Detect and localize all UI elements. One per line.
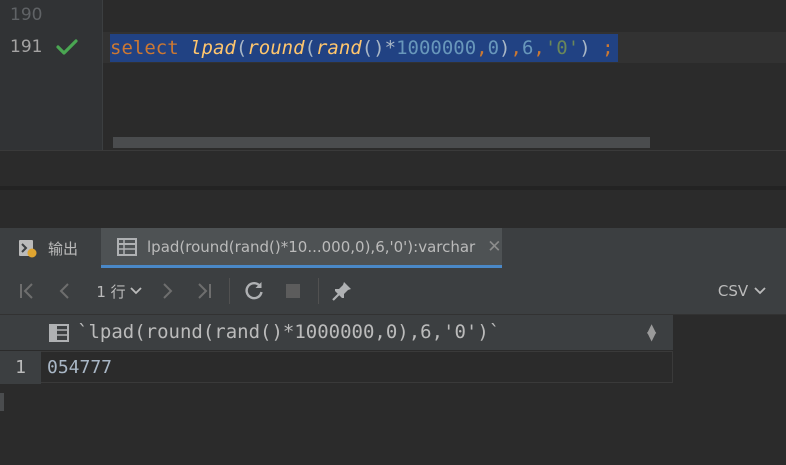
editor-gutter: 190 191 [0, 0, 102, 150]
code-token: 6 [521, 37, 534, 59]
table-icon [117, 237, 137, 256]
code-token: select [110, 37, 179, 59]
column-header-label: `lpad(round(rand()*1000000,0),6,'0')` [77, 321, 501, 343]
next-page-button[interactable] [154, 278, 180, 304]
line-number: 191 [10, 37, 43, 57]
refresh-icon [245, 281, 263, 300]
last-page-button[interactable] [191, 278, 217, 304]
chevron-down-icon [130, 287, 142, 295]
code-token: rand [315, 37, 362, 59]
first-page-button[interactable] [14, 278, 40, 304]
tab-output[interactable]: 输出 [16, 228, 78, 268]
table-cell[interactable]: 054777 [41, 351, 673, 383]
side-marker [0, 393, 4, 411]
code-editor[interactable]: 190 191 select lpad(round(rand()*1000000… [0, 0, 786, 187]
tab-label: lpad(round(rand()*10...000,0),6,'0'):var… [147, 237, 476, 256]
stop-icon [286, 284, 300, 298]
line-number: 190 [10, 5, 43, 25]
chevron-down-icon [754, 287, 766, 295]
pin-tab-button[interactable] [328, 278, 356, 304]
toolbar-separator [318, 278, 319, 304]
code-token: ( [304, 37, 316, 59]
export-format-label: CSV [717, 282, 749, 300]
code-line-selected[interactable]: select lpad(round(rand()*1000000,0),6,'0… [110, 34, 618, 62]
grid-corner[interactable] [0, 315, 41, 350]
table-column-icon [49, 324, 69, 342]
code-token: 0 [487, 37, 500, 59]
code-token: , [510, 37, 522, 59]
code-token: 1000000 [396, 37, 477, 59]
editor-footer [0, 150, 786, 187]
stop-button[interactable] [280, 278, 306, 304]
result-tabs: 输出 lpad(round(rand()*10...000,0),6,'0'):… [0, 228, 786, 269]
prev-page-button[interactable] [52, 278, 78, 304]
code-token: '0' [544, 37, 580, 59]
column-header[interactable]: `lpad(round(rand()*1000000,0),6,'0')` ▲ ▼ [41, 315, 673, 351]
rows-count-label: 1 行 [96, 282, 126, 301]
tab-query-result[interactable]: lpad(round(rand()*10...000,0),6,'0'):var… [101, 228, 502, 268]
output-icon [16, 237, 38, 259]
code-token: ) [579, 37, 603, 59]
pin-icon [332, 282, 351, 301]
checkmark-icon [56, 39, 78, 55]
code-token: , [533, 37, 545, 59]
row-number[interactable]: 1 [0, 351, 41, 384]
services-panel: 输出 lpad(round(rand()*10...000,0),6,'0'):… [0, 190, 786, 465]
result-grid[interactable]: `lpad(round(rand()*1000000,0),6,'0')` ▲ ▼… [0, 315, 786, 465]
code-token: ( [235, 37, 248, 59]
result-toolbar: 1 行 CSV [0, 268, 786, 315]
code-token: , [476, 37, 488, 59]
refresh-button[interactable] [240, 278, 268, 304]
sort-icon[interactable]: ▲ ▼ [647, 322, 656, 342]
close-icon[interactable]: ✕ [487, 237, 501, 257]
export-format-dropdown[interactable]: CSV [716, 278, 768, 304]
gutter-divider [102, 0, 103, 150]
code-token: lpad [190, 37, 236, 59]
table-row[interactable]: 1 054777 [0, 351, 673, 384]
toolbar-separator [229, 278, 230, 304]
code-token: round [247, 37, 305, 59]
code-token: ) [499, 37, 511, 59]
code-token: ()* [361, 37, 397, 59]
code-token: ; [602, 37, 614, 59]
tab-label: 输出 [48, 239, 79, 258]
horizontal-scrollbar[interactable] [113, 137, 650, 148]
rows-count-dropdown[interactable]: 1 行 [92, 278, 146, 304]
